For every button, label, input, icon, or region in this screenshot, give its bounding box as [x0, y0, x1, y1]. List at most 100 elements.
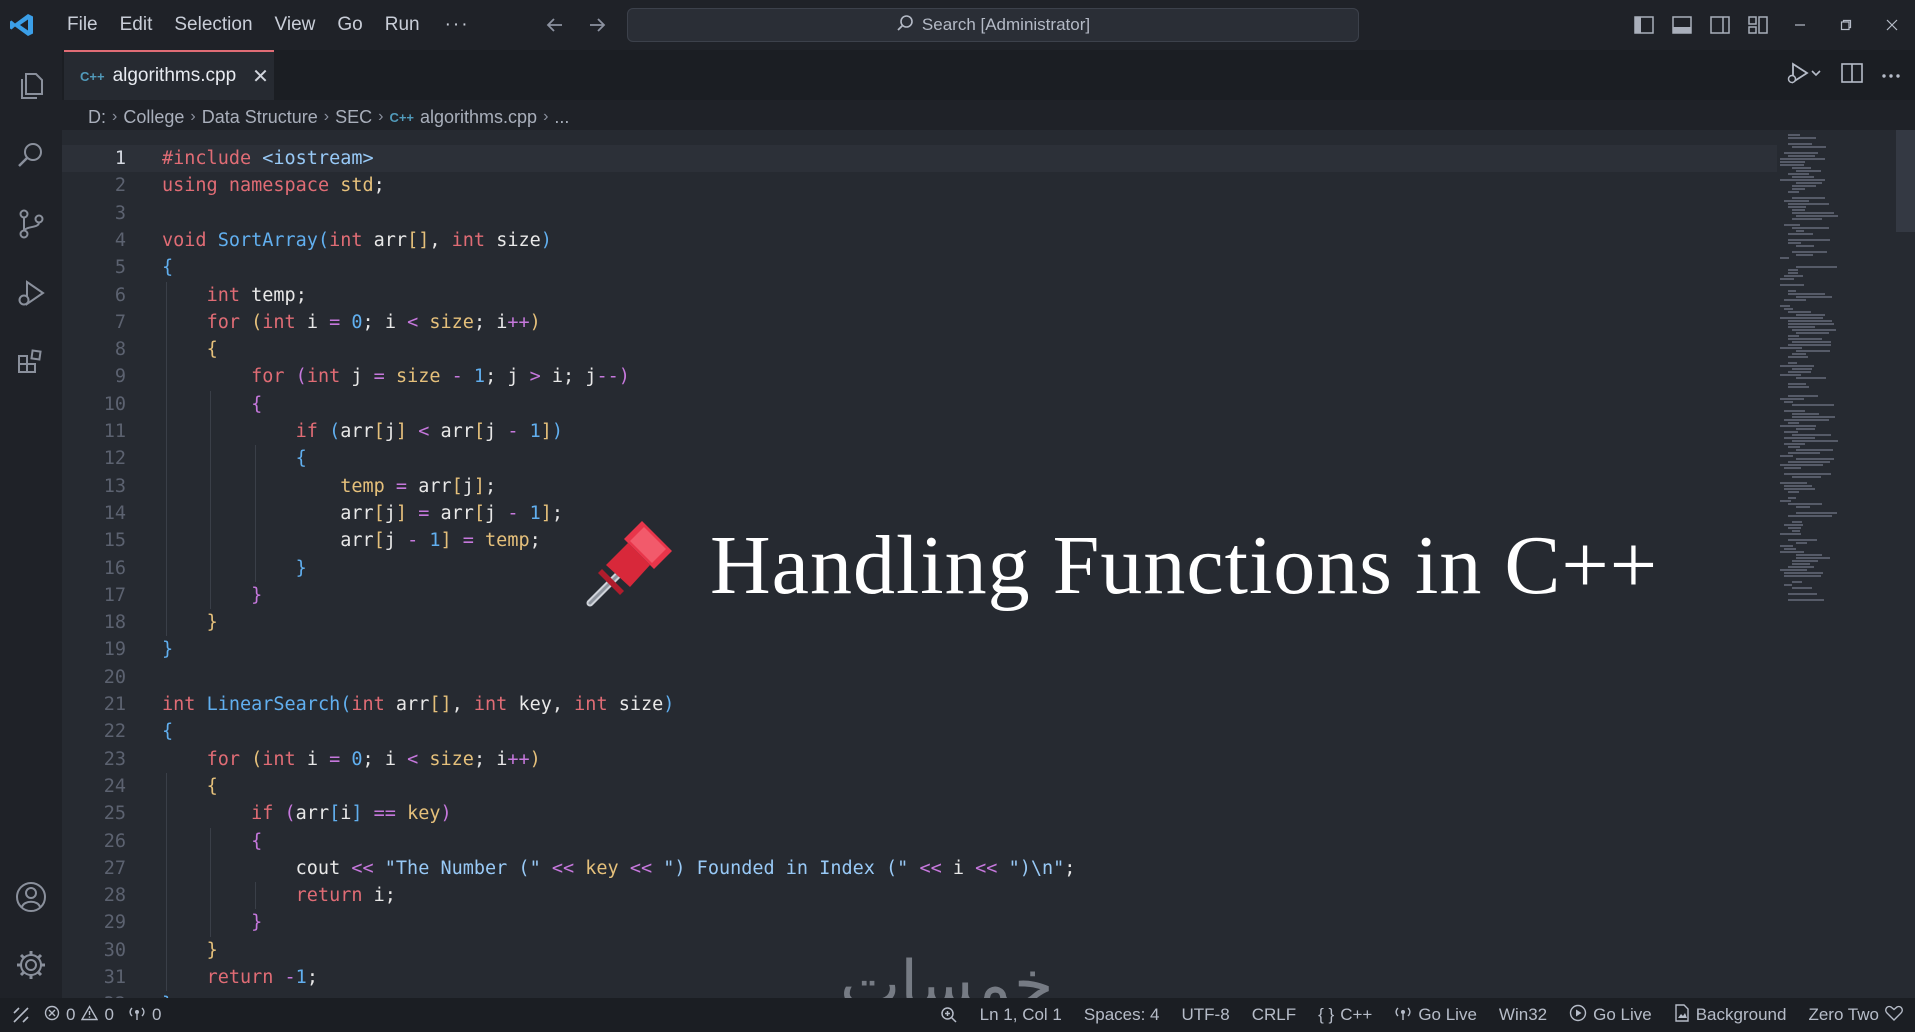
code-text: }: [162, 639, 174, 661]
code-line[interactable]: 3: [62, 200, 1762, 227]
ports-status[interactable]: 0: [128, 1005, 161, 1026]
search-icon: [896, 14, 914, 37]
theme-status[interactable]: Zero Two: [1808, 1005, 1903, 1026]
cursor-position[interactable]: Ln 1, Col 1: [980, 1005, 1062, 1025]
run-code-icon[interactable]: [1785, 61, 1823, 90]
code-line[interactable]: 20: [62, 664, 1762, 691]
encoding[interactable]: UTF-8: [1182, 1005, 1230, 1025]
code-line[interactable]: 1 #include <iostream>: [62, 145, 1777, 172]
error-icon: [44, 1005, 60, 1026]
forward-arrow-icon[interactable]: [586, 12, 608, 38]
code-line[interactable]: 10 {: [62, 391, 1762, 418]
code-line[interactable]: 21 int LinearSearch(int arr[], int key, i…: [62, 691, 1762, 718]
toggle-secondary-sidebar-icon[interactable]: [1701, 0, 1739, 50]
minimap-line: [1788, 461, 1830, 463]
go-live-button[interactable]: Go Live: [1394, 1005, 1477, 1026]
code-line[interactable]: 19}: [62, 636, 1762, 663]
editor-tab-bar: C++ algorithms.cpp ✕: [62, 50, 1915, 100]
manage-gear-icon[interactable]: [0, 934, 62, 996]
menu-edit[interactable]: Edit: [109, 8, 164, 42]
more-actions-icon[interactable]: [1881, 66, 1901, 84]
end-of-line[interactable]: CRLF: [1252, 1005, 1296, 1025]
scrollbar-thumb[interactable]: [1896, 130, 1915, 232]
minimap[interactable]: [1780, 130, 1900, 610]
code-line[interactable]: 29 }: [62, 909, 1762, 936]
line-number: 20: [103, 666, 126, 688]
back-arrow-icon[interactable]: [544, 12, 566, 38]
minimap-line: [1784, 437, 1815, 439]
code-line[interactable]: 8 {: [62, 336, 1762, 363]
minimap-line: [1784, 200, 1809, 202]
code-line[interactable]: 28 return i;: [62, 882, 1762, 909]
warning-count: 0: [104, 1005, 114, 1024]
customize-layout-icon[interactable]: [1739, 0, 1777, 50]
extensions-icon[interactable]: [0, 331, 62, 393]
breadcrumb-item[interactable]: D:: [88, 107, 106, 128]
minimap-line: [1784, 575, 1821, 577]
indentation[interactable]: Spaces: 4: [1084, 1005, 1160, 1025]
menu-selection[interactable]: Selection: [163, 8, 263, 42]
code-line[interactable]: 23 for (int i = 0; i < size; i++): [62, 746, 1762, 773]
code-line[interactable]: 5{: [62, 254, 1762, 281]
background-button[interactable]: Background: [1674, 1003, 1786, 1027]
minimap-line: [1788, 395, 1818, 397]
breadcrumb: D: › College › Data Structure › SEC › C+…: [88, 104, 569, 130]
minimap-line: [1792, 560, 1818, 562]
code-line[interactable]: 22 {: [62, 718, 1762, 745]
breadcrumb-item[interactable]: College: [123, 107, 184, 128]
breadcrumb-more[interactable]: ...: [554, 107, 569, 128]
menu-view[interactable]: View: [264, 8, 327, 42]
breadcrumb-item[interactable]: Data Structure: [202, 107, 318, 128]
code-line[interactable]: 11 if (arr[j] < arr[j - 1]): [62, 418, 1762, 445]
chevron-right-icon: ›: [378, 108, 384, 125]
close-icon[interactable]: ✕: [252, 64, 269, 89]
menu-more-button[interactable]: ···: [431, 8, 484, 42]
problems-status[interactable]: 0 0: [44, 1004, 114, 1026]
minimap-line: [1792, 212, 1834, 214]
tab-algorithms-cpp[interactable]: C++ algorithms.cpp ✕: [64, 50, 274, 100]
search-sidebar-icon[interactable]: [0, 124, 62, 186]
minimap-line: [1792, 167, 1811, 169]
language-mode[interactable]: { } C++: [1318, 1005, 1372, 1025]
minimap-line: [1780, 305, 1790, 307]
code-line[interactable]: 25 if (arr[i] == key): [62, 800, 1762, 827]
zoom-icon[interactable]: [940, 1006, 958, 1024]
accounts-icon[interactable]: [0, 866, 62, 928]
code-line[interactable]: 4 void SortArray(int arr[], int size): [62, 227, 1762, 254]
code-text: }: [206, 612, 218, 634]
minimap-line: [1796, 314, 1825, 316]
maximize-icon[interactable]: [1823, 0, 1869, 50]
close-window-icon[interactable]: [1869, 0, 1915, 50]
toggle-panel-icon[interactable]: [1663, 0, 1701, 50]
braces-icon: { }: [1318, 1005, 1335, 1024]
minimap-line: [1788, 191, 1799, 193]
explorer-icon[interactable]: [0, 55, 62, 117]
code-line[interactable]: 2 using namespace std;: [62, 172, 1762, 199]
code-line[interactable]: 13 temp = arr[j];: [62, 473, 1762, 500]
menu-file[interactable]: File: [56, 8, 109, 42]
minimap-line: [1788, 290, 1796, 292]
command-center-search[interactable]: Search [Administrator]: [627, 8, 1359, 42]
go-live-button[interactable]: Go Live: [1569, 1004, 1652, 1027]
minimap-line: [1792, 581, 1802, 583]
minimize-icon[interactable]: [1777, 0, 1823, 50]
code-line[interactable]: 27 cout << "The Number (" << key << ") F…: [62, 855, 1762, 882]
platform[interactable]: Win32: [1499, 1005, 1547, 1025]
menu-run[interactable]: Run: [374, 8, 431, 42]
menu-go[interactable]: Go: [326, 8, 373, 42]
run-debug-icon[interactable]: [0, 262, 62, 324]
toggle-primary-sidebar-icon[interactable]: [1625, 0, 1663, 50]
breadcrumb-item[interactable]: SEC: [335, 107, 372, 128]
code-line[interactable]: 24 {: [62, 773, 1762, 800]
split-editor-icon[interactable]: [1841, 62, 1863, 88]
remote-indicator-icon[interactable]: [12, 1006, 30, 1024]
code-text: temp = arr[j];: [340, 475, 497, 497]
code-line[interactable]: 7 for (int i = 0; i < size; i++): [62, 309, 1762, 336]
minimap-line: [1780, 551, 1804, 553]
source-control-icon[interactable]: [0, 193, 62, 255]
code-line[interactable]: 6 int temp;: [62, 282, 1762, 309]
breadcrumb-file[interactable]: algorithms.cpp: [420, 107, 537, 128]
code-line[interactable]: 9 for (int j = size - 1; j > i; j--): [62, 363, 1762, 390]
code-line[interactable]: 26 {: [62, 828, 1762, 855]
code-line[interactable]: 12 {: [62, 445, 1762, 472]
